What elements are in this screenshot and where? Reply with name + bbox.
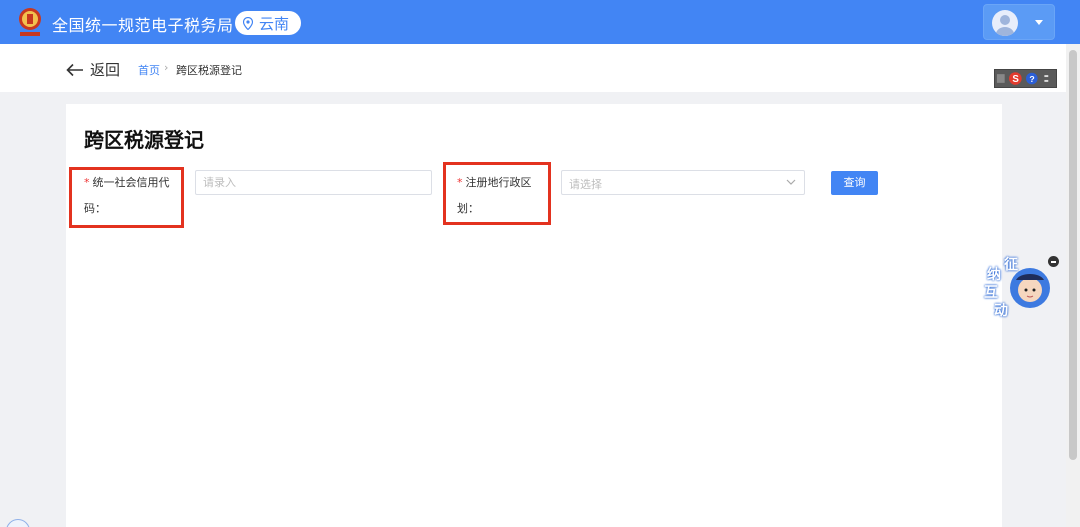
plugin-icons: S ? (996, 72, 1049, 85)
back-button[interactable]: 返回 (66, 59, 120, 80)
credit-code-label-line2: 码： (84, 202, 106, 215)
required-mark: * (84, 176, 90, 189)
assistant-char-3: 互 (984, 285, 998, 301)
top-header: 全国统一规范电子税务局 云南 (0, 0, 1080, 44)
scrollbar-thumb[interactable] (1069, 50, 1077, 460)
browser-plugin-toolbar[interactable]: S ? (994, 69, 1057, 88)
credit-code-label: * 统一社会信用代 码： (84, 170, 179, 222)
assistant-char-1: 征 (1004, 257, 1018, 273)
region-select[interactable]: 请选择 (561, 170, 805, 195)
svg-text:S: S (1012, 74, 1019, 85)
required-mark: * (457, 176, 463, 189)
back-label: 返回 (90, 61, 121, 79)
breadcrumb-current: 跨区税源登记 (176, 64, 242, 77)
region-label: 云南 (259, 14, 290, 33)
assistant-minimize-button[interactable] (1048, 256, 1059, 267)
region-select-placeholder: 请选择 (569, 178, 602, 191)
region-field-label: * 注册地行政区 划： (457, 170, 547, 222)
svg-text:?: ? (1029, 74, 1034, 84)
breadcrumb-separator: › (164, 61, 169, 74)
breadcrumb-home-link[interactable]: 首页 (138, 62, 160, 78)
breadcrumb-bar: 返回 首页 › 跨区税源登记 (0, 44, 1080, 92)
query-button[interactable]: 查询 (831, 171, 878, 195)
region-label-line1: 注册地行政区 (465, 176, 532, 189)
location-pin-icon (243, 16, 253, 30)
credit-code-label-line1: 统一社会信用代 (92, 176, 170, 189)
page-title: 跨区税源登记 (84, 128, 204, 152)
arrow-left-icon (66, 63, 83, 76)
floating-circle-button[interactable] (6, 519, 30, 527)
user-avatar-icon (992, 10, 1018, 36)
tax-emblem-icon (19, 8, 41, 36)
credit-code-input[interactable] (195, 170, 432, 195)
region-label-line2: 划： (457, 202, 479, 215)
region-selector[interactable]: 云南 (235, 11, 301, 35)
assistant-char-4: 动 (994, 303, 1008, 319)
chevron-down-icon (786, 179, 796, 185)
user-menu[interactable] (983, 4, 1055, 40)
caret-down-icon (1035, 20, 1043, 25)
site-title[interactable]: 全国统一规范电子税务局 (52, 12, 234, 36)
assistant-char-2: 纳 (987, 267, 1001, 283)
